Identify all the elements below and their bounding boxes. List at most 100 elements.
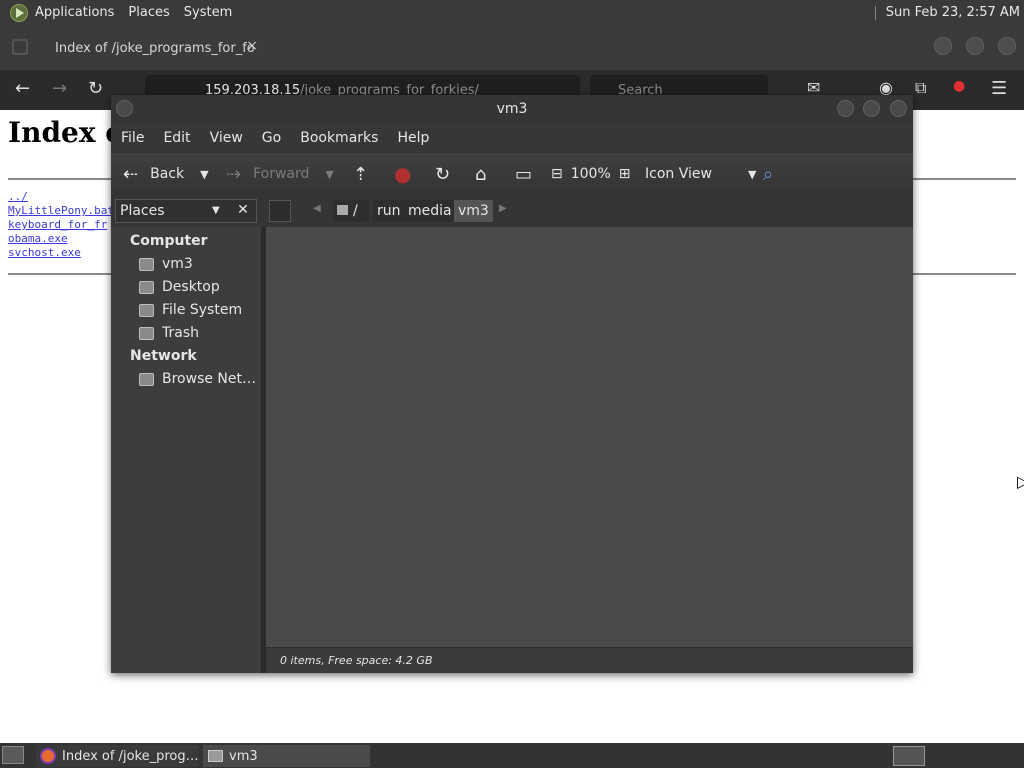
computer-icon[interactable]: ▭ bbox=[515, 153, 532, 195]
forward-arrow-icon: ⇢ bbox=[226, 163, 242, 185]
menu-bookmarks[interactable]: Bookmarks bbox=[294, 130, 391, 146]
link-parent[interactable]: ../ bbox=[8, 190, 114, 204]
maximize-icon[interactable] bbox=[863, 100, 880, 117]
sidebar-item-file-system[interactable]: File System bbox=[139, 302, 242, 318]
back-label: Back bbox=[150, 166, 185, 182]
back-arrow-icon[interactable]: ← bbox=[15, 78, 30, 99]
network-icon bbox=[139, 372, 154, 386]
sidebar-header-network: Network bbox=[130, 348, 197, 364]
forward-button[interactable]: ⇢ Forward ▼ bbox=[226, 153, 334, 195]
menu-file[interactable]: File bbox=[115, 130, 157, 146]
drive-icon bbox=[139, 303, 154, 317]
menu-applications[interactable]: Applications bbox=[28, 0, 121, 25]
taskbar-item-firefox[interactable]: Index of /joke_prog… bbox=[36, 745, 199, 767]
toolbar: ⇠ Back ▼ ⇢ Forward ▼ ⇡ ● ↻ ⌂ ▭ ⊟ 100% ⊞ … bbox=[111, 153, 913, 195]
back-button[interactable]: ⇠ Back ▼ bbox=[123, 153, 209, 195]
home-folder-icon bbox=[139, 257, 154, 271]
sidebar-item-label: File System bbox=[162, 302, 243, 318]
zoom-out-icon[interactable]: ⊟ bbox=[551, 166, 563, 182]
link-file[interactable]: keyboard_for_fr bbox=[8, 218, 114, 232]
firefox-icon bbox=[40, 748, 56, 764]
menu-edit[interactable]: Edit bbox=[157, 130, 203, 146]
chevron-down-icon: ▼ bbox=[212, 205, 220, 216]
hamburger-menu-icon[interactable]: ☰ bbox=[991, 78, 1007, 99]
close-window-icon[interactable] bbox=[890, 100, 907, 117]
minimize-icon[interactable] bbox=[934, 37, 952, 55]
breadcrumb-media[interactable]: media bbox=[404, 200, 456, 222]
icon-view-area[interactable] bbox=[266, 227, 913, 647]
taskbar-label: Index of /joke_prog… bbox=[62, 748, 199, 764]
browser-tab[interactable]: Index of /joke_programs_for_fo × bbox=[40, 33, 270, 63]
menu-system[interactable]: System bbox=[177, 0, 239, 25]
sidebar-header-computer: Computer bbox=[130, 233, 208, 249]
zoom-in-icon[interactable]: ⊞ bbox=[619, 166, 631, 182]
extensions-icon[interactable]: ⧉ bbox=[915, 78, 926, 98]
back-arrow-icon: ⇠ bbox=[123, 163, 139, 185]
forward-history-chevron-icon[interactable]: ▼ bbox=[325, 168, 333, 181]
places-label: Places bbox=[120, 203, 165, 219]
ublock-icon[interactable]: ● bbox=[953, 78, 965, 94]
tab-overview-icon[interactable] bbox=[12, 39, 28, 55]
breadcrumb-right-icon[interactable]: ▶ bbox=[499, 203, 507, 214]
breadcrumb-vm3[interactable]: vm3 bbox=[454, 200, 493, 222]
breadcrumb-root-label: / bbox=[353, 203, 358, 219]
minimize-icon[interactable] bbox=[837, 100, 854, 117]
maximize-icon[interactable] bbox=[966, 37, 984, 55]
taskbar-label: vm3 bbox=[229, 748, 258, 764]
clock[interactable]: Sun Feb 23, 2:57 AM bbox=[886, 5, 1020, 20]
forward-label: Forward bbox=[253, 166, 310, 182]
close-window-icon[interactable] bbox=[998, 37, 1016, 55]
workspace-switcher[interactable] bbox=[893, 746, 925, 766]
file-manager-window: vm3 File Edit View Go Bookmarks Help ⇠ B… bbox=[111, 95, 913, 673]
edit-location-icon[interactable] bbox=[269, 200, 291, 222]
desktop-icon bbox=[139, 280, 154, 294]
window-title: vm3 bbox=[496, 101, 528, 117]
close-sidebar-icon[interactable]: ✕ bbox=[233, 199, 253, 223]
tab-close-icon[interactable]: × bbox=[246, 38, 258, 54]
window-menu-icon[interactable] bbox=[116, 100, 133, 117]
mouse-cursor-icon: ▷ bbox=[1017, 472, 1024, 491]
sidebar-item-desktop[interactable]: Desktop bbox=[139, 279, 220, 295]
breadcrumb-left-icon[interactable]: ◀ bbox=[313, 203, 321, 214]
back-history-chevron-icon[interactable]: ▼ bbox=[200, 168, 208, 181]
search-icon[interactable]: ⌕ bbox=[763, 153, 773, 195]
bottom-panel: Index of /joke_prog… vm3 bbox=[0, 743, 1024, 768]
up-arrow-icon[interactable]: ⇡ bbox=[353, 153, 368, 195]
sidebar-item-browse-network[interactable]: Browse Net… bbox=[139, 371, 256, 387]
window-titlebar[interactable]: vm3 bbox=[111, 95, 913, 123]
home-folder-icon[interactable]: ⌂ bbox=[475, 153, 486, 195]
taskbar-item-vm3[interactable]: vm3 bbox=[203, 745, 370, 767]
link-file[interactable]: obama.exe bbox=[8, 232, 114, 246]
menu-help[interactable]: Help bbox=[391, 130, 442, 146]
menu-bar: File Edit View Go Bookmarks Help bbox=[111, 123, 913, 153]
panel-separator bbox=[874, 5, 876, 20]
location-bar: Places ▼ ✕ ◀ / run media vm3 ▶ bbox=[111, 195, 913, 227]
link-file[interactable]: svchost.exe bbox=[8, 246, 114, 260]
sidebar-item-trash[interactable]: Trash bbox=[139, 325, 199, 341]
tab-bar: Index of /joke_programs_for_fo × bbox=[0, 25, 1024, 70]
zoom-level: 100% bbox=[570, 166, 611, 182]
breadcrumb-run[interactable]: run bbox=[373, 200, 405, 222]
view-mode-select[interactable]: Icon View ▼ bbox=[645, 153, 756, 195]
stop-icon[interactable]: ● bbox=[394, 153, 411, 195]
sidebar-item-label: vm3 bbox=[162, 256, 193, 272]
menu-view[interactable]: View bbox=[204, 130, 256, 146]
forward-arrow-icon[interactable]: → bbox=[52, 78, 67, 99]
menu-places[interactable]: Places bbox=[121, 0, 176, 25]
top-panel: Applications Places System Sun Feb 23, 2… bbox=[0, 0, 1024, 25]
chevron-down-icon: ▼ bbox=[747, 167, 757, 181]
link-file[interactable]: MyLittlePony.bat bbox=[8, 204, 114, 218]
reload-icon[interactable]: ↻ bbox=[435, 153, 450, 195]
status-bar: 0 items, Free space: 4.2 GB bbox=[266, 647, 913, 673]
reload-icon[interactable]: ↻ bbox=[88, 78, 103, 99]
sidebar-item-vm3[interactable]: vm3 bbox=[139, 256, 193, 272]
show-desktop-icon[interactable] bbox=[2, 746, 24, 764]
tab-title: Index of /joke_programs_for_fo bbox=[55, 40, 255, 56]
sidebar-item-label: Trash bbox=[162, 325, 199, 341]
mate-logo-icon[interactable] bbox=[10, 3, 28, 22]
directory-listing: ../ MyLittlePony.bat keyboard_for_fr oba… bbox=[8, 190, 114, 260]
drive-icon bbox=[337, 205, 348, 215]
breadcrumb-root[interactable]: / bbox=[333, 200, 369, 222]
menu-go[interactable]: Go bbox=[256, 130, 294, 146]
places-sidebar: Computer vm3 Desktop File System Trash N… bbox=[111, 227, 261, 673]
